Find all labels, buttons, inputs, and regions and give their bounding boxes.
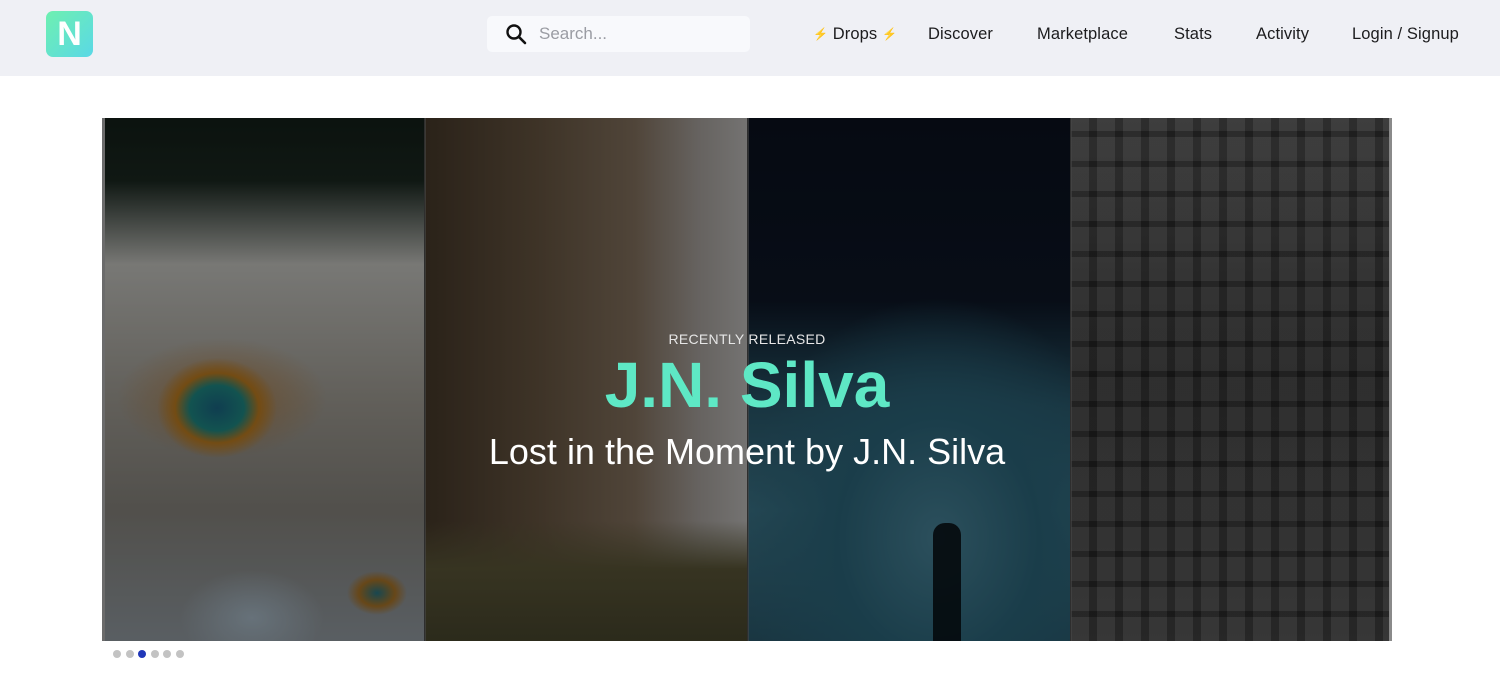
nav-stats[interactable]: Stats [1174, 25, 1212, 44]
hero-eyebrow: RECENTLY RELEASED [668, 331, 826, 347]
carousel-dot[interactable] [150, 650, 159, 658]
carousel-dot[interactable] [113, 650, 121, 658]
hero-collection-subtitle[interactable]: Lost in the Moment by J.N. Silva [102, 430, 1392, 474]
hero-caption: RECENTLY RELEASED J.N. Silva Lost in the… [102, 118, 1392, 641]
hero-artist-title[interactable]: J.N. Silva [102, 348, 1392, 422]
carousel-dot[interactable] [175, 650, 184, 658]
nav-marketplace[interactable]: Marketplace [1037, 25, 1128, 44]
nav-drops[interactable]: ⚡ Drops ⚡ [813, 25, 897, 44]
lightning-icon: ⚡ [881, 27, 897, 41]
nav-drops-label: Drops [832, 25, 878, 43]
nav-login-signup[interactable]: Login / Signup [1352, 25, 1459, 44]
hero-carousel[interactable]: RECENTLY RELEASED J.N. Silva Lost in the… [102, 118, 1392, 641]
carousel-dot[interactable] [125, 650, 134, 658]
lightning-icon: ⚡ [813, 27, 829, 41]
carousel-dot[interactable] [163, 650, 171, 658]
nav-activity[interactable]: Activity [1256, 25, 1309, 44]
carousel-pagination [113, 650, 184, 658]
carousel-dot-active[interactable] [138, 650, 146, 658]
main-nav: ⚡ Drops ⚡ Discover Marketplace Stats Act… [0, 0, 1500, 70]
nav-discover[interactable]: Discover [928, 25, 993, 44]
top-navigation-bar: N ⚡ Drops ⚡ Discover Marketplace Stats A… [0, 0, 1500, 76]
